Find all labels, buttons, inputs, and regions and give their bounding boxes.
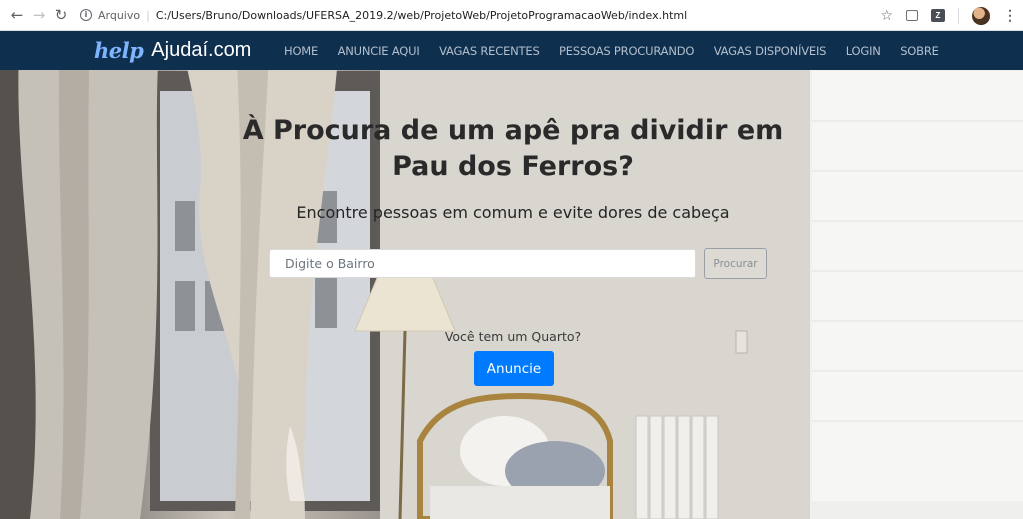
- hero-subheadline: Encontre pessoas em comum e evite dores …: [296, 203, 730, 222]
- info-icon[interactable]: i: [80, 9, 92, 21]
- forward-arrow-icon[interactable]: →: [28, 4, 50, 26]
- extension-icon[interactable]: Z: [931, 9, 945, 22]
- main-menu: HOME ANUNCIE AQUI VAGAS RECENTES PESSOAS…: [284, 31, 958, 70]
- toolbar-divider: [958, 7, 959, 24]
- site-navbar: help Ajudaí.com HOME ANUNCIE AQUI VAGAS …: [0, 31, 1023, 70]
- star-icon[interactable]: ☆: [880, 8, 893, 24]
- extension-icon[interactable]: [906, 10, 918, 21]
- browser-toolbar: ← → ↻ i Arquivo | C:/Users/Bruno/Downloa…: [0, 0, 1023, 31]
- search-button[interactable]: Procurar: [704, 248, 767, 279]
- cta-question: Você tem um Quarto?: [444, 329, 582, 344]
- address-url[interactable]: C:/Users/Bruno/Downloads/UFERSA_2019.2/w…: [156, 9, 687, 22]
- nav-link-login[interactable]: LOGIN: [846, 44, 881, 58]
- brand-name[interactable]: Ajudaí.com: [151, 39, 251, 62]
- help-logo[interactable]: help: [94, 38, 144, 63]
- address-scheme-label: Arquivo: [98, 8, 141, 22]
- nav-link-anuncie-aqui[interactable]: ANUNCIE AQUI: [338, 44, 420, 58]
- nav-link-pessoas-procurando[interactable]: PESSOAS PROCURANDO: [559, 44, 694, 58]
- browser-actions: ☆ Z ⋮: [880, 0, 1017, 31]
- nav-link-vagas-disponiveis[interactable]: VAGAS DISPONÍVEIS: [714, 44, 827, 58]
- anuncie-button[interactable]: Anuncie: [474, 351, 554, 386]
- back-arrow-icon[interactable]: ←: [6, 4, 28, 26]
- avatar[interactable]: [972, 6, 990, 25]
- hero-headline: À Procura de um apê pra dividir em Pau d…: [242, 115, 784, 182]
- neighborhood-search-input[interactable]: [269, 249, 696, 278]
- webpage: help Ajudaí.com HOME ANUNCIE AQUI VAGAS …: [0, 31, 1023, 519]
- nav-link-home[interactable]: HOME: [284, 44, 318, 58]
- address-separator: |: [146, 8, 150, 22]
- nav-link-vagas-recentes[interactable]: VAGAS RECENTES: [439, 44, 540, 58]
- address-bar[interactable]: i Arquivo | C:/Users/Bruno/Downloads/UFE…: [80, 4, 870, 27]
- menu-kebab-icon[interactable]: ⋮: [1003, 7, 1017, 24]
- reload-icon[interactable]: ↻: [50, 4, 72, 26]
- nav-link-sobre[interactable]: SOBRE: [900, 44, 939, 58]
- brand[interactable]: help Ajudaí.com: [94, 31, 251, 70]
